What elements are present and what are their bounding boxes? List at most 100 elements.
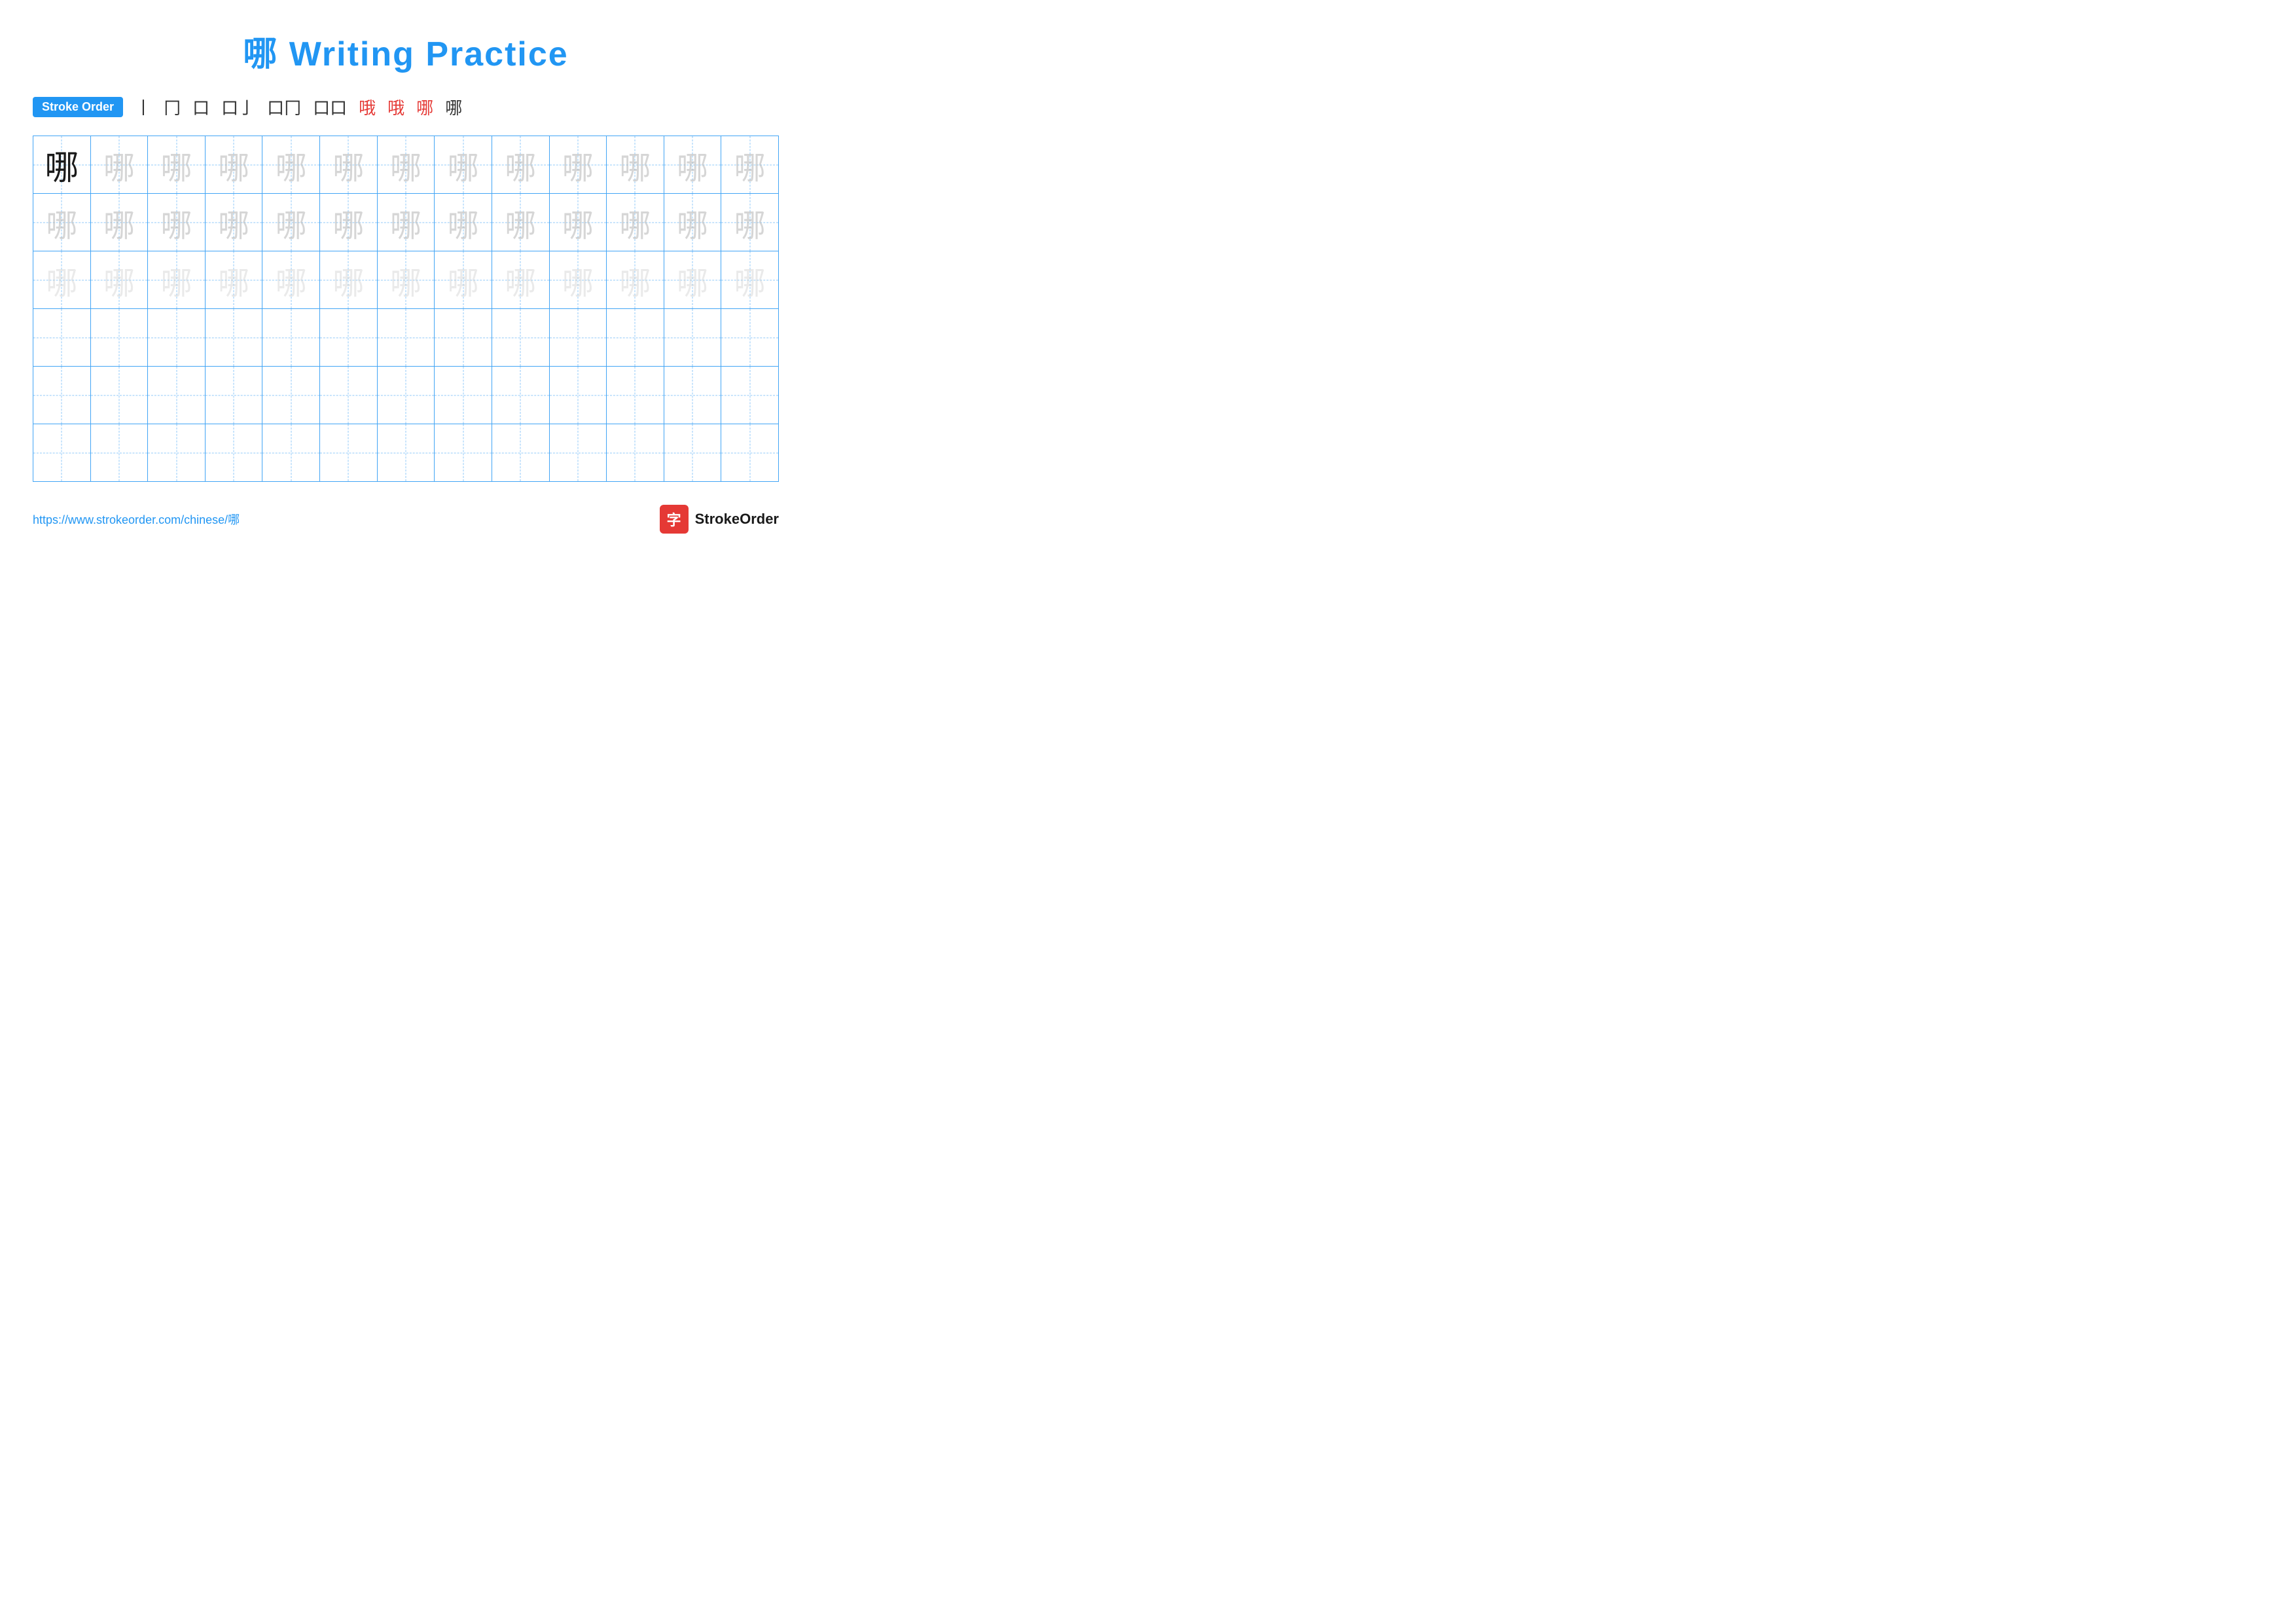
grid-cell-empty[interactable] xyxy=(320,424,378,482)
grid-cell-empty[interactable] xyxy=(377,367,435,424)
stroke-order-row: Stroke Order 丨 冂 口 口亅 口冂 口口 哦 哦 哪 哪 xyxy=(33,95,779,119)
grid-cell-empty[interactable] xyxy=(90,309,148,367)
grid-cell-empty[interactable] xyxy=(90,367,148,424)
grid-cell-lighter[interactable]: 哪 xyxy=(435,251,492,309)
grid-cell-empty[interactable] xyxy=(721,309,779,367)
grid-cell-empty[interactable] xyxy=(721,424,779,482)
grid-cell-empty[interactable] xyxy=(262,309,320,367)
grid-cell-empty[interactable] xyxy=(205,367,262,424)
char-faint: 哪 xyxy=(734,209,766,244)
grid-cell-empty[interactable] xyxy=(664,367,721,424)
grid-cell-empty[interactable] xyxy=(492,367,549,424)
grid-cell-empty[interactable] xyxy=(607,367,664,424)
char-faint: 哪 xyxy=(448,151,479,186)
grid-cell-empty[interactable] xyxy=(205,309,262,367)
grid-cell-empty[interactable] xyxy=(377,424,435,482)
grid-cell-lighter[interactable]: 哪 xyxy=(320,251,378,309)
char-lighter: 哪 xyxy=(734,266,766,301)
grid-cell-empty[interactable] xyxy=(148,367,206,424)
grid-cell-empty[interactable] xyxy=(320,367,378,424)
grid-cell-faint[interactable]: 哪 xyxy=(664,194,721,251)
grid-cell-faint[interactable]: 哪 xyxy=(435,136,492,194)
grid-cell-lighter[interactable]: 哪 xyxy=(90,251,148,309)
stroke-order-badge: Stroke Order xyxy=(33,97,123,117)
stroke-step-9: 哪 xyxy=(416,95,433,119)
grid-cell-faint[interactable]: 哪 xyxy=(492,194,549,251)
grid-cell-faint[interactable]: 哪 xyxy=(320,136,378,194)
grid-cell-faint[interactable]: 哪 xyxy=(435,194,492,251)
char-lighter: 哪 xyxy=(218,266,249,301)
char-faint: 哪 xyxy=(332,151,364,186)
grid-cell-faint[interactable]: 哪 xyxy=(721,136,779,194)
grid-cell-empty[interactable] xyxy=(664,309,721,367)
grid-cell-empty[interactable] xyxy=(435,367,492,424)
footer-url[interactable]: https://www.strokeorder.com/chinese/哪 xyxy=(33,511,240,528)
grid-cell-faint[interactable]: 哪 xyxy=(607,136,664,194)
char-faint: 哪 xyxy=(619,209,651,244)
grid-cell-faint[interactable]: 哪 xyxy=(148,136,206,194)
grid-cell-faint[interactable]: 哪 xyxy=(33,194,91,251)
grid-cell-faint[interactable]: 哪 xyxy=(549,136,607,194)
grid-cell-empty[interactable] xyxy=(435,424,492,482)
grid-cell-empty[interactable] xyxy=(148,424,206,482)
grid-cell-lighter[interactable]: 哪 xyxy=(205,251,262,309)
char-faint: 哪 xyxy=(161,209,192,244)
grid-cell-faint[interactable]: 哪 xyxy=(205,136,262,194)
char-faint: 哪 xyxy=(390,209,422,244)
grid-cell-empty[interactable] xyxy=(33,309,91,367)
char-faint: 哪 xyxy=(619,151,651,186)
grid-cell-lighter[interactable]: 哪 xyxy=(262,251,320,309)
grid-cell-faint[interactable]: 哪 xyxy=(377,194,435,251)
grid-cell-empty[interactable] xyxy=(33,424,91,482)
char-faint: 哪 xyxy=(46,209,77,244)
grid-cell-lighter[interactable]: 哪 xyxy=(148,251,206,309)
grid-cell-solid[interactable]: 哪 xyxy=(33,136,91,194)
grid-cell-faint[interactable]: 哪 xyxy=(90,194,148,251)
grid-cell-lighter[interactable]: 哪 xyxy=(33,251,91,309)
grid-cell-empty[interactable] xyxy=(148,309,206,367)
grid-cell-faint[interactable]: 哪 xyxy=(262,136,320,194)
grid-cell-lighter[interactable]: 哪 xyxy=(549,251,607,309)
grid-cell-faint[interactable]: 哪 xyxy=(492,136,549,194)
grid-cell-empty[interactable] xyxy=(664,424,721,482)
grid-cell-empty[interactable] xyxy=(377,309,435,367)
grid-cell-empty[interactable] xyxy=(549,309,607,367)
grid-cell-faint[interactable]: 哪 xyxy=(320,194,378,251)
grid-cell-lighter[interactable]: 哪 xyxy=(664,251,721,309)
grid-row-1: 哪 哪 哪 哪 哪 哪 哪 哪 哪 哪 哪 哪 哪 xyxy=(33,136,779,194)
grid-cell-faint[interactable]: 哪 xyxy=(377,136,435,194)
grid-cell-empty[interactable] xyxy=(205,424,262,482)
grid-cell-faint[interactable]: 哪 xyxy=(664,136,721,194)
grid-cell-faint[interactable]: 哪 xyxy=(607,194,664,251)
grid-row-3: 哪 哪 哪 哪 哪 哪 哪 哪 哪 哪 哪 哪 哪 xyxy=(33,251,779,309)
grid-cell-faint[interactable]: 哪 xyxy=(721,194,779,251)
stroke-step-8: 哦 xyxy=(387,95,404,119)
stroke-step-3: 口 xyxy=(192,95,209,119)
brand-name: StrokeOrder xyxy=(695,511,779,528)
grid-cell-empty[interactable] xyxy=(549,367,607,424)
grid-cell-lighter[interactable]: 哪 xyxy=(492,251,549,309)
grid-cell-empty[interactable] xyxy=(607,309,664,367)
char-lighter: 哪 xyxy=(46,266,77,301)
grid-cell-faint[interactable]: 哪 xyxy=(205,194,262,251)
grid-cell-faint[interactable]: 哪 xyxy=(262,194,320,251)
grid-cell-empty[interactable] xyxy=(721,367,779,424)
grid-cell-empty[interactable] xyxy=(607,424,664,482)
grid-cell-lighter[interactable]: 哪 xyxy=(607,251,664,309)
grid-cell-empty[interactable] xyxy=(549,424,607,482)
grid-cell-faint[interactable]: 哪 xyxy=(90,136,148,194)
grid-cell-lighter[interactable]: 哪 xyxy=(721,251,779,309)
grid-cell-faint[interactable]: 哪 xyxy=(549,194,607,251)
grid-row-4 xyxy=(33,309,779,367)
grid-cell-empty[interactable] xyxy=(33,367,91,424)
grid-cell-faint[interactable]: 哪 xyxy=(148,194,206,251)
grid-cell-empty[interactable] xyxy=(492,424,549,482)
grid-cell-empty[interactable] xyxy=(90,424,148,482)
grid-cell-empty[interactable] xyxy=(492,309,549,367)
grid-cell-empty[interactable] xyxy=(435,309,492,367)
grid-cell-empty[interactable] xyxy=(262,367,320,424)
grid-cell-empty[interactable] xyxy=(320,309,378,367)
grid-cell-empty[interactable] xyxy=(262,424,320,482)
char-faint: 哪 xyxy=(390,151,422,186)
grid-cell-lighter[interactable]: 哪 xyxy=(377,251,435,309)
